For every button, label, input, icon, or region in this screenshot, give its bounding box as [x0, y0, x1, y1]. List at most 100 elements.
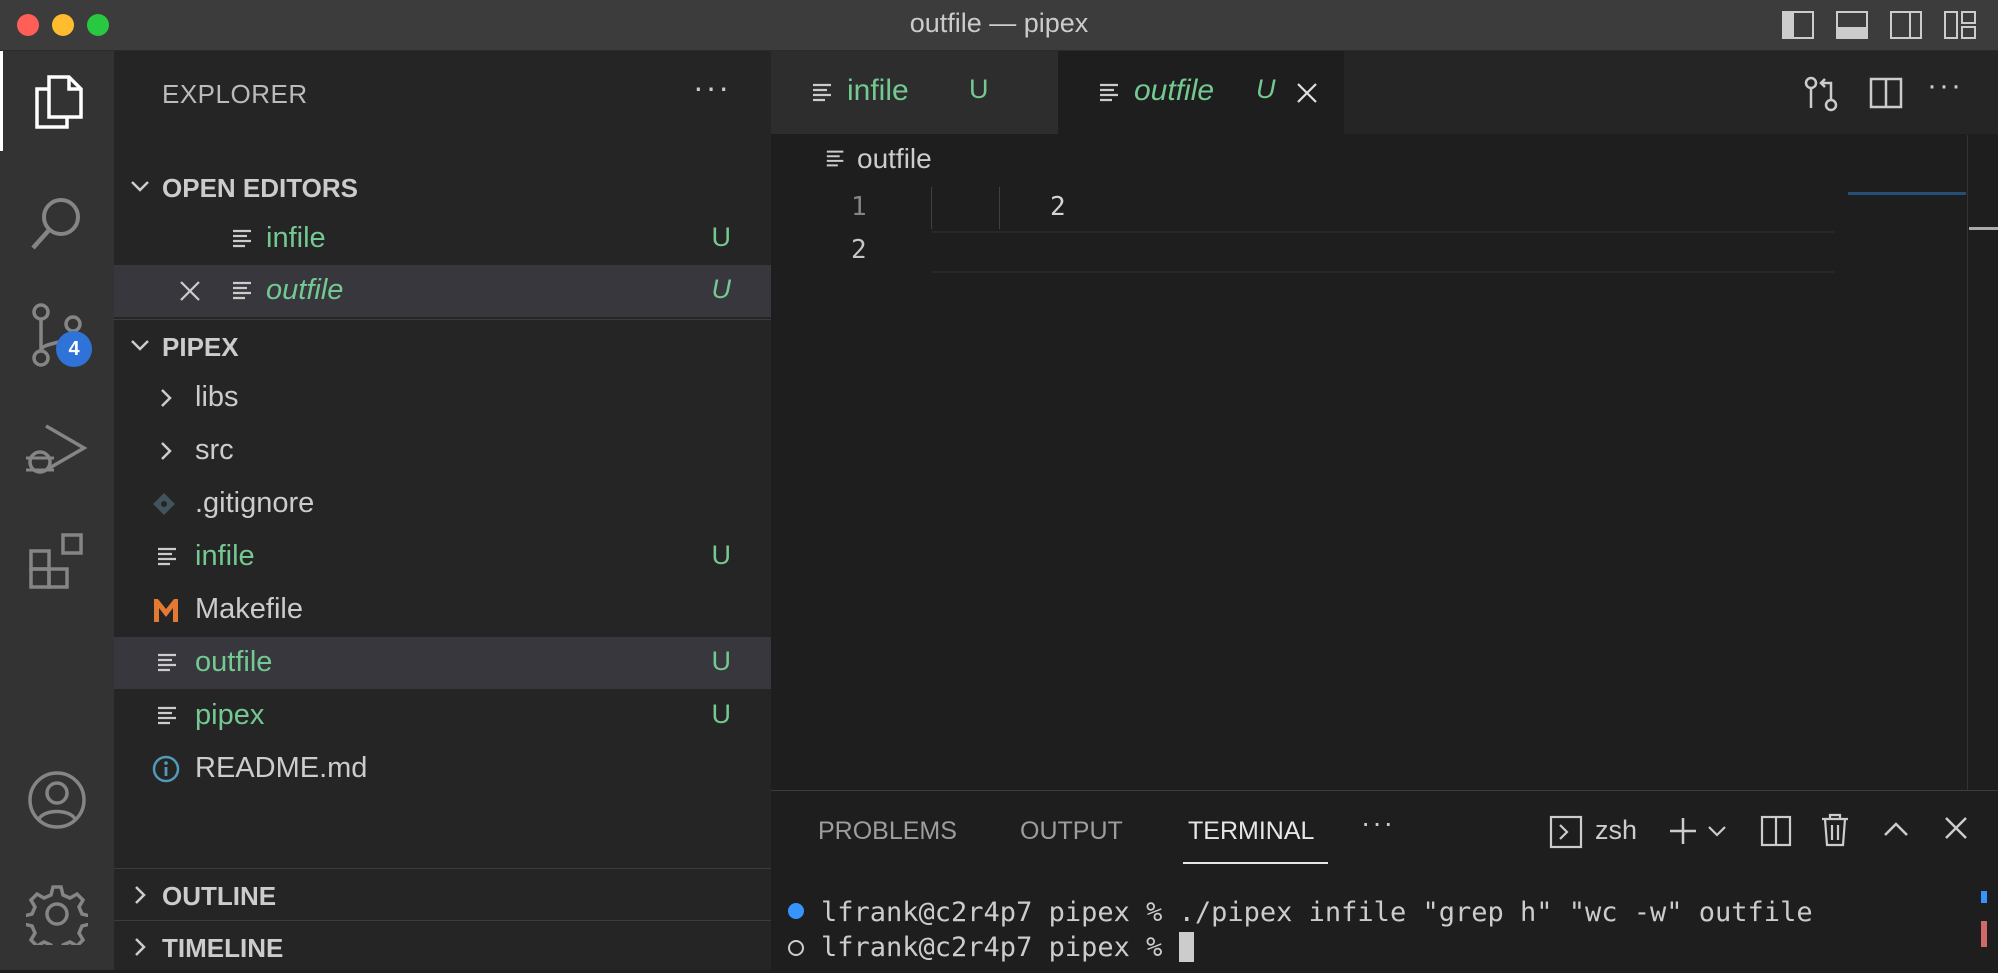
close-icon[interactable] [1943, 815, 1969, 841]
tree-item-label: outfile [195, 646, 273, 678]
chevron-down-icon[interactable] [1707, 823, 1727, 839]
tab-infile[interactable]: infile U [771, 51, 1058, 134]
file-lines-icon [158, 547, 176, 566]
git-status-untracked: U [711, 646, 732, 676]
panel-more-button[interactable]: ··· [1361, 807, 1395, 839]
trash-icon[interactable] [1820, 813, 1850, 847]
current-line[interactable] [931, 231, 1834, 273]
explorer-icon[interactable] [0, 51, 114, 151]
tab-label: infile [847, 74, 909, 107]
new-terminal-icon[interactable] [1667, 815, 1699, 847]
source-control-badge: 4 [56, 331, 92, 367]
chevron-down-icon [131, 340, 149, 351]
tab-outfile[interactable]: outfile U [1058, 51, 1344, 134]
tree-item-label: pipex [195, 699, 265, 731]
settings-gear-icon[interactable] [0, 864, 114, 964]
toggle-panel-icon[interactable] [1834, 8, 1870, 42]
chevron-right-icon [135, 886, 146, 904]
git-icon [153, 493, 175, 515]
account-icon[interactable] [0, 750, 114, 850]
minimap[interactable] [1848, 192, 1966, 195]
chevron-right-icon [161, 389, 172, 407]
pipex-section-header[interactable]: PIPEX [114, 319, 771, 372]
tree-item-label: infile [195, 540, 255, 572]
git-status-untracked: U [1256, 74, 1276, 104]
close-icon[interactable] [1295, 81, 1319, 105]
project-label: PIPEX [162, 332, 239, 362]
git-status-untracked: U [711, 222, 732, 252]
open-changes-icon[interactable] [1803, 75, 1839, 113]
timeline-section-header[interactable]: TIMELINE [114, 920, 771, 973]
tree-file-readme[interactable]: README.md [114, 743, 771, 795]
terminal-line[interactable]: lfrank@c2r4p7 pipex % [821, 932, 1194, 963]
title-bar: outfile — pipex [0, 0, 1998, 51]
close-icon[interactable] [178, 279, 202, 303]
chevron-right-icon [161, 442, 172, 460]
editor-tab-bar: infile U outfile U ··· [771, 51, 1998, 134]
git-status-untracked: U [969, 74, 989, 104]
explorer-sidebar: EXPLORER ··· OPEN EDITORS infile U outfi… [114, 51, 771, 970]
terminal-cursor [1178, 932, 1194, 962]
toggle-secondary-sidebar-icon[interactable] [1888, 8, 1924, 42]
outline-label: OUTLINE [162, 881, 277, 911]
chevron-down-icon [131, 181, 149, 192]
scrollbar-marker [1981, 921, 1987, 947]
outline-section-header[interactable]: OUTLINE [114, 868, 771, 921]
tree-item-label: README.md [195, 752, 368, 784]
breadcrumb-file: outfile [857, 143, 932, 174]
tree-file-gitignore[interactable]: .gitignore [114, 478, 771, 530]
tree-file-makefile[interactable]: Makefile [114, 584, 771, 636]
tree-item-label: Makefile [195, 593, 303, 625]
toggle-primary-sidebar-icon[interactable] [1780, 8, 1816, 42]
open-editor-item-infile[interactable]: infile U [114, 213, 771, 265]
makefile-icon [154, 599, 178, 622]
window-title: outfile — pipex [909, 8, 1089, 38]
breadcrumb[interactable]: outfile [825, 143, 932, 175]
terminal-shell-icon [1549, 815, 1583, 849]
file-lines-icon [1100, 83, 1118, 102]
git-status-untracked: U [711, 540, 732, 570]
terminal-prompt: lfrank@c2r4p7 pipex % [821, 932, 1179, 963]
run-debug-icon[interactable] [0, 400, 114, 500]
open-editor-item-label: infile [266, 222, 326, 254]
terminal-shell-label[interactable]: zsh [1595, 815, 1637, 846]
search-icon[interactable] [0, 173, 114, 273]
tree-folder-libs[interactable]: libs [114, 372, 771, 424]
command-success-decoration[interactable] [788, 903, 804, 919]
customize-layout-icon[interactable] [1942, 8, 1978, 42]
extensions-icon[interactable] [0, 511, 114, 611]
file-lines-icon [813, 83, 831, 102]
terminal-line: lfrank@c2r4p7 pipex % ./pipex infile "gr… [821, 897, 1813, 928]
git-status-untracked: U [711, 274, 732, 304]
info-icon [152, 755, 180, 783]
editor-more-actions-button[interactable]: ··· [1927, 69, 1963, 103]
tree-item-label: src [195, 434, 234, 466]
tree-file-outfile[interactable]: outfile U [114, 637, 771, 689]
file-lines-icon [826, 150, 844, 167]
tree-file-pipex[interactable]: pipex U [114, 690, 771, 742]
tab-terminal[interactable]: TERMINAL [1188, 817, 1314, 846]
git-status-untracked: U [711, 699, 732, 729]
line-number: 2 [851, 235, 867, 265]
source-control-icon[interactable]: 4 [0, 285, 114, 385]
explorer-more-actions-button[interactable]: ··· [693, 69, 731, 106]
file-lines-icon [233, 229, 251, 248]
code-line[interactable]: 2 [1050, 192, 1066, 222]
file-lines-icon [158, 653, 176, 672]
tree-folder-src[interactable]: src [114, 425, 771, 477]
split-terminal-icon[interactable] [1760, 815, 1792, 847]
explorer-title: EXPLORER [162, 79, 308, 109]
open-editor-item-outfile[interactable]: outfile U [114, 265, 771, 317]
bottom-panel: PROBLEMS OUTPUT TERMINAL ··· zsh lfrank@… [771, 790, 1998, 970]
file-lines-icon [158, 706, 176, 725]
tab-problems[interactable]: PROBLEMS [818, 817, 957, 846]
command-pending-decoration[interactable] [788, 940, 804, 956]
split-editor-icon[interactable] [1869, 77, 1903, 109]
tree-file-infile[interactable]: infile U [114, 531, 771, 583]
open-editors-section-header[interactable]: OPEN EDITORS [114, 161, 771, 213]
maximize-panel-icon[interactable] [1882, 819, 1910, 839]
tab-label: outfile [1134, 74, 1215, 107]
indent-guide [931, 187, 932, 229]
tree-item-label: libs [195, 381, 239, 413]
tab-output[interactable]: OUTPUT [1020, 817, 1123, 846]
